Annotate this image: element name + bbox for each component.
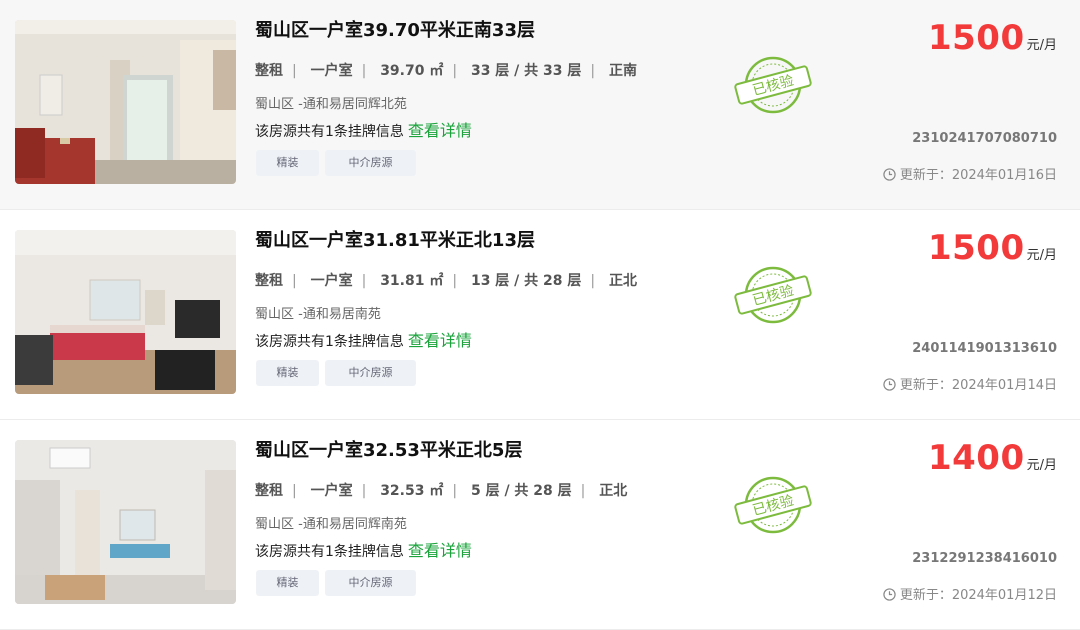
tag-list: 精装 中介房源 [256,150,422,176]
area: 39.70 ㎡ [380,63,444,79]
floor: 5 层 / 共 28 层 [470,483,572,499]
listing-code: 2401141901313610 [912,341,1057,356]
listing-count-text: 该房源共有1条挂牌信息 [255,544,404,560]
update-date: 更新于：2024年01月16日 [883,164,1057,185]
update-date-text: 更新于：2024年01月16日 [899,168,1057,183]
verified-stamp-icon: 已核验 [733,265,813,325]
community-name[interactable]: 蜀山区 -通和易居同辉北苑 [255,93,407,112]
listing-attributes: 整租 | 一户室 | 39.70 ㎡ | 33 层 / 共 33 层 | 正南 [255,63,637,79]
listing-card[interactable]: 蜀山区一户室39.70平米正南33层 整租 | 一户室 | 39.70 ㎡ | 33 … [0,0,1080,210]
tag-agency: 中介房源 [325,150,416,176]
price-value: 1500 [927,18,1025,58]
verified-stamp-icon: 已核验 [733,55,813,115]
view-details-link[interactable]: 查看详情 [408,541,472,560]
room-type: 一户室 [310,63,353,79]
room-type: 一户室 [310,273,353,289]
rent-type: 整租 [255,483,283,499]
rent-type: 整租 [255,273,283,289]
listing-title[interactable]: 蜀山区一户室32.53平米正北5层 [255,436,522,462]
room-type: 一户室 [310,483,353,499]
clock-icon [883,588,896,605]
tag-decor: 精装 [256,150,319,176]
orientation: 正南 [609,63,637,79]
tag-decor: 精装 [256,360,319,386]
clock-icon [883,378,896,395]
listing-code: 2310241707080710 [912,131,1057,146]
rent-type: 整租 [255,63,283,79]
verified-stamp-icon: 已核验 [733,475,813,535]
listing-attributes: 整租 | 一户室 | 32.53 ㎡ | 5 层 / 共 28 层 | 正北 [255,483,628,499]
orientation: 正北 [609,273,637,289]
update-date: 更新于：2024年01月12日 [883,584,1057,605]
price-unit: 元/月 [1026,38,1057,53]
price: 1500 元/月 [928,228,1057,268]
tag-agency: 中介房源 [325,570,416,596]
listing-photo[interactable] [15,20,236,184]
update-date-text: 更新于：2024年01月14日 [899,378,1057,393]
view-details-link[interactable]: 查看详情 [408,331,472,350]
update-date: 更新于：2024年01月14日 [883,374,1057,395]
tag-agency: 中介房源 [325,360,416,386]
price-value: 1500 [927,228,1025,268]
floor: 13 层 / 共 28 层 [470,273,582,289]
listing-photo[interactable] [15,230,236,394]
orientation: 正北 [599,483,628,499]
listing-title[interactable]: 蜀山区一户室39.70平米正南33层 [255,16,535,42]
listing-count: 该房源共有1条挂牌信息 查看详情 [255,537,472,561]
tag-decor: 精装 [256,570,319,596]
community-name[interactable]: 蜀山区 -通和易居同辉南苑 [255,513,407,532]
listing-list: 蜀山区一户室39.70平米正南33层 整租 | 一户室 | 39.70 ㎡ | 33 … [0,0,1080,630]
update-date-text: 更新于：2024年01月12日 [899,588,1057,603]
view-details-link[interactable]: 查看详情 [408,121,472,140]
listing-attributes: 整租 | 一户室 | 31.81 ㎡ | 13 层 / 共 28 层 | 正北 [255,273,637,289]
listing-count-text: 该房源共有1条挂牌信息 [255,334,404,350]
area: 31.81 ㎡ [380,273,444,289]
listing-card[interactable]: 蜀山区一户室32.53平米正北5层 整租 | 一户室 | 32.53 ㎡ | 5 层 … [0,420,1080,630]
price-unit: 元/月 [1026,248,1057,263]
listing-card[interactable]: 蜀山区一户室31.81平米正北13层 整租 | 一户室 | 31.81 ㎡ | 13 … [0,210,1080,420]
listing-count: 该房源共有1条挂牌信息 查看详情 [255,117,472,141]
tag-list: 精装 中介房源 [256,360,422,386]
listing-count-text: 该房源共有1条挂牌信息 [255,124,404,140]
community-name[interactable]: 蜀山区 -通和易居南苑 [255,303,381,322]
price-unit: 元/月 [1026,458,1057,473]
listing-title[interactable]: 蜀山区一户室31.81平米正北13层 [255,226,535,252]
price-value: 1400 [927,438,1025,478]
price: 1500 元/月 [928,18,1057,58]
listing-count: 该房源共有1条挂牌信息 查看详情 [255,327,472,351]
area: 32.53 ㎡ [380,483,444,499]
listing-photo[interactable] [15,440,236,604]
listing-code: 2312291238416010 [912,551,1057,566]
tag-list: 精装 中介房源 [256,570,422,596]
price: 1400 元/月 [928,438,1057,478]
floor: 33 层 / 共 33 层 [470,63,582,79]
clock-icon [883,168,896,185]
